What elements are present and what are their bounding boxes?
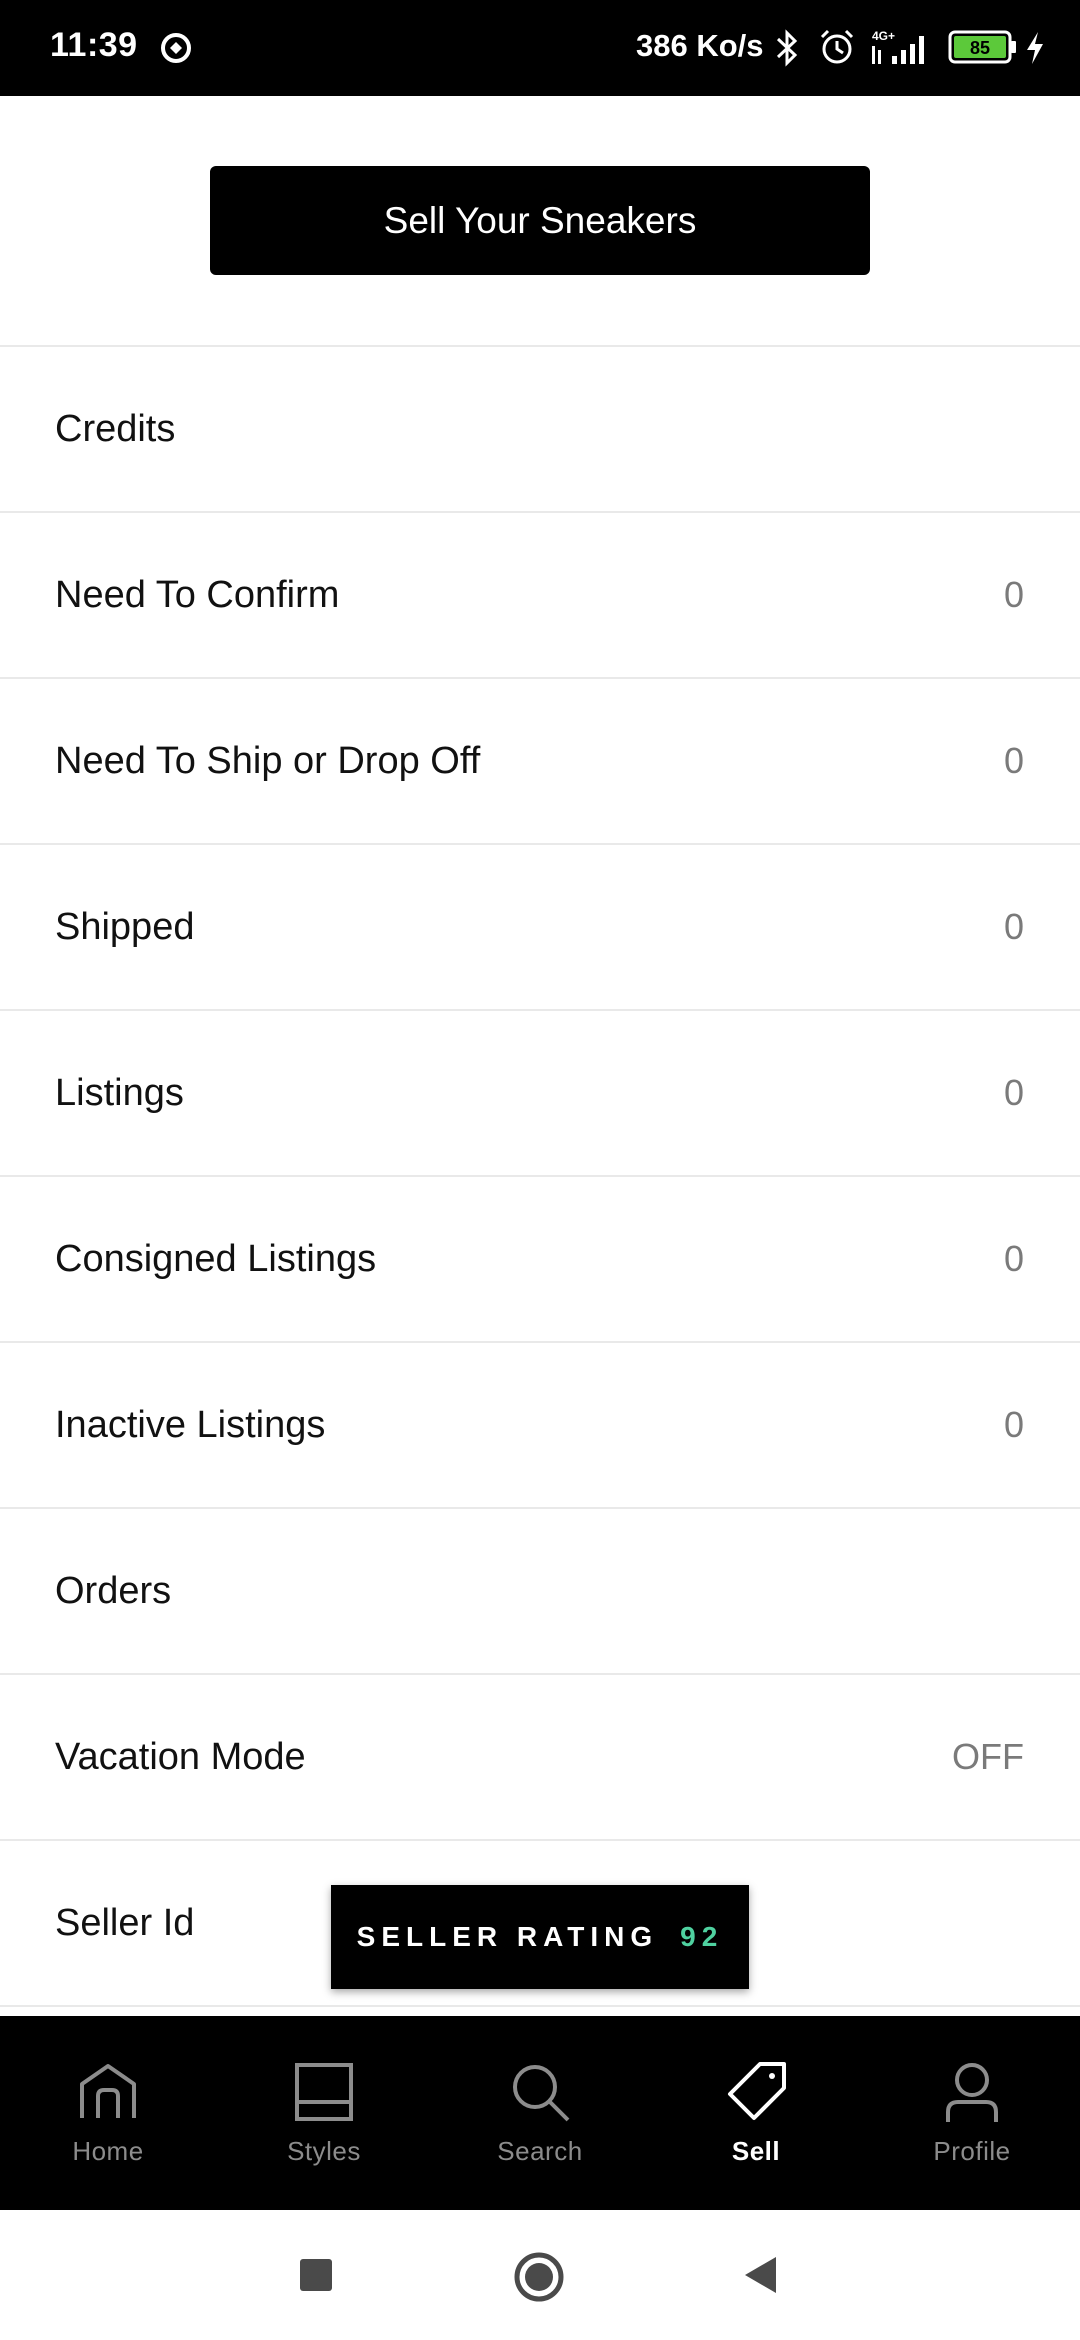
menu-item-label: Shipped [55, 905, 195, 948]
menu-item-label: Need To Ship or Drop Off [55, 739, 481, 782]
menu-item-count: 0 [1003, 574, 1024, 615]
battery-level: 85 [970, 38, 990, 58]
menu-item-label: Credits [55, 407, 176, 450]
menu-item-need-to-confirm[interactable]: Need To Confirm 0 [0, 513, 1080, 679]
bluetooth-icon [776, 29, 798, 67]
search-icon [513, 2065, 570, 2122]
menu-item-inactive-listings[interactable]: Inactive Listings 0 [0, 1343, 1080, 1509]
nav-label: Search [497, 2136, 583, 2166]
menu-item-label: Listings [55, 1071, 184, 1114]
nav-item-sell[interactable]: Sell [648, 2016, 864, 2210]
recents-button[interactable] [300, 2259, 332, 2291]
seller-menu-list: Credits Need To Confirm 0 Need To Ship o… [0, 345, 1080, 2007]
menu-item-count: 0 [1003, 1404, 1024, 1445]
menu-item-count: 0 [1003, 1238, 1024, 1279]
nav-label: Home [72, 2136, 144, 2166]
screen: 11:39 386 Ko/s 4G+ 85 Sell Your Sneakers… [0, 0, 1080, 2340]
menu-item-count: 0 [1003, 906, 1024, 947]
system-nav-bar [0, 2210, 1080, 2340]
menu-item-listings[interactable]: Listings 0 [0, 1011, 1080, 1177]
menu-item-shipped[interactable]: Shipped 0 [0, 845, 1080, 1011]
menu-item-label: Inactive Listings [55, 1403, 326, 1446]
bottom-nav: Home Styles Search Sell Profile [0, 2016, 1080, 2210]
nav-item-styles[interactable]: Styles [216, 2016, 432, 2210]
tag-icon [728, 2062, 786, 2120]
menu-item-consigned-listings[interactable]: Consigned Listings 0 [0, 1177, 1080, 1343]
menu-item-label: Orders [55, 1569, 172, 1612]
status-time: 11:39 [50, 26, 138, 64]
seller-rating-value: 92 [680, 1921, 724, 1952]
nav-item-search[interactable]: Search [432, 2016, 648, 2210]
nav-label: Profile [933, 2136, 1011, 2166]
menu-item-label: Need To Confirm [55, 573, 340, 616]
profile-icon [946, 2063, 998, 2122]
battery-icon: 85 [948, 30, 1016, 64]
nav-item-profile[interactable]: Profile [864, 2016, 1080, 2210]
menu-item-label: Seller Id [55, 1901, 195, 1944]
sync-icon [161, 33, 191, 63]
menu-item-count: 0 [1003, 740, 1024, 781]
menu-item-need-to-ship[interactable]: Need To Ship or Drop Off 0 [0, 679, 1080, 845]
back-button[interactable] [742, 2254, 780, 2296]
charging-icon [1027, 32, 1043, 64]
menu-item-label: Consigned Listings [55, 1237, 377, 1280]
status-bar: 11:39 386 Ko/s 4G+ 85 [0, 0, 1080, 96]
styles-icon [295, 2063, 353, 2121]
signal-icon: 4G+ [872, 29, 924, 64]
seller-rating-label: SELLER RATING [356, 1921, 659, 1952]
network-speed: 386 Ko/s [636, 28, 764, 63]
alarm-icon [820, 29, 854, 64]
menu-item-orders[interactable]: Orders [0, 1509, 1080, 1675]
menu-item-credits[interactable]: Credits [0, 347, 1080, 513]
sell-your-sneakers-button[interactable]: Sell Your Sneakers [210, 166, 870, 275]
home-icon [80, 2064, 136, 2118]
nav-label: Styles [287, 2136, 361, 2166]
home-button[interactable] [513, 2251, 565, 2303]
seller-rating-badge[interactable]: SELLER RATING 92 [331, 1885, 749, 1989]
menu-item-count: 0 [1003, 1072, 1024, 1113]
menu-item-label: Vacation Mode [55, 1735, 306, 1778]
network-type: 4G+ [872, 29, 895, 43]
vacation-mode-status: OFF [952, 1736, 1024, 1777]
nav-item-home[interactable]: Home [0, 2016, 216, 2210]
nav-label: Sell [731, 2136, 781, 2166]
menu-item-vacation-mode[interactable]: Vacation Mode OFF [0, 1675, 1080, 1841]
